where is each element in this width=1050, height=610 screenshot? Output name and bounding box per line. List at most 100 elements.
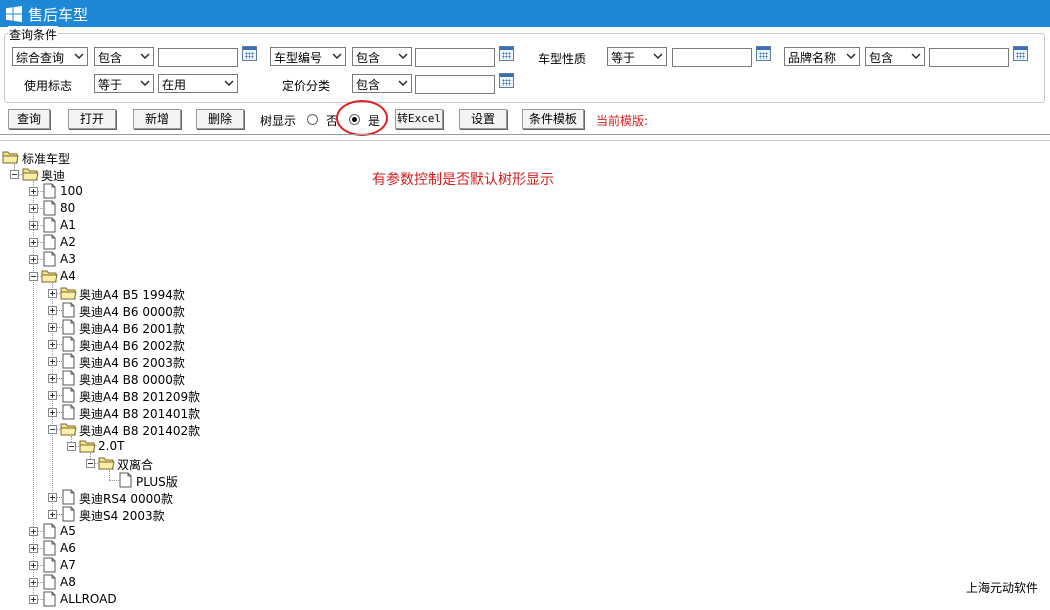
chevron-down-icon	[911, 53, 921, 59]
divider	[0, 134, 1050, 135]
query-button[interactable]: 查询	[8, 109, 50, 129]
delete-button[interactable]: 删除	[196, 109, 244, 129]
expand-icon[interactable]	[29, 595, 38, 604]
expand-icon[interactable]	[48, 357, 57, 366]
folder-icon	[60, 285, 77, 301]
document-icon	[60, 387, 77, 403]
expand-icon[interactable]	[29, 255, 38, 264]
expand-icon[interactable]	[29, 221, 38, 230]
collapse-icon[interactable]	[29, 272, 38, 281]
folder-icon	[60, 421, 77, 437]
collapse-icon[interactable]	[86, 459, 95, 468]
tree-submodel[interactable]: 奥迪S4 2003款	[0, 506, 600, 523]
value1-input[interactable]	[158, 48, 238, 67]
tree-transmission[interactable]: 双离合	[0, 455, 600, 472]
collapse-icon[interactable]	[10, 170, 19, 179]
expand-icon[interactable]	[48, 391, 57, 400]
calendar-icon[interactable]	[756, 46, 771, 61]
calendar-icon[interactable]	[499, 46, 514, 61]
tree-node-label: PLUS版	[136, 475, 178, 489]
tree-model[interactable]: A8	[0, 574, 600, 591]
tree-model[interactable]: 80	[0, 200, 600, 217]
pricing-value-input[interactable]	[415, 75, 495, 94]
chevron-down-icon	[653, 53, 663, 59]
tree-node-label: A2	[60, 235, 76, 249]
tree-root[interactable]: 标准车型	[0, 149, 600, 166]
calendar-icon[interactable]	[499, 73, 514, 88]
tree-model[interactable]: A1	[0, 217, 600, 234]
add-button[interactable]: 新增	[133, 109, 181, 129]
export-excel-button[interactable]: 转Excel	[395, 109, 443, 129]
tree-submodel[interactable]: 奥迪A4 B6 2002款	[0, 336, 600, 353]
usage-op-select[interactable]: 等于	[94, 74, 154, 93]
tree-submodel[interactable]: 奥迪A4 B8 0000款	[0, 370, 600, 387]
tree-model[interactable]: A7	[0, 557, 600, 574]
collapse-icon[interactable]	[67, 442, 76, 451]
op4-select[interactable]: 包含	[865, 47, 925, 66]
expand-icon[interactable]	[48, 323, 57, 332]
tree-submodel[interactable]: 奥迪A4 B5 1994款	[0, 285, 600, 302]
calendar-icon[interactable]	[242, 46, 257, 61]
tree-model[interactable]: A3	[0, 251, 600, 268]
expand-icon[interactable]	[48, 510, 57, 519]
tree-node-label: 2.0T	[98, 439, 125, 453]
tree-submodel[interactable]: 奥迪RS4 0000款	[0, 489, 600, 506]
tree-node-label: 奥迪A4 B6 2001款	[79, 322, 185, 336]
tree-model[interactable]: A2	[0, 234, 600, 251]
calendar-icon[interactable]	[1013, 46, 1028, 61]
tree-node-label: 奥迪A4 B8 201209款	[79, 390, 201, 404]
field1-select[interactable]: 综合查询	[12, 47, 88, 66]
tree-submodel[interactable]: 奥迪A4 B6 2003款	[0, 353, 600, 370]
tree-submodel[interactable]: 奥迪A4 B8 201401款	[0, 404, 600, 421]
expand-icon[interactable]	[48, 289, 57, 298]
expand-icon[interactable]	[48, 374, 57, 383]
collapse-icon[interactable]	[48, 425, 57, 434]
folder-icon	[98, 455, 115, 471]
divider	[0, 140, 1050, 141]
expand-icon[interactable]	[48, 493, 57, 502]
tree-engine[interactable]: 2.0T	[0, 438, 600, 455]
tree-submodel[interactable]: 奥迪A4 B6 0000款	[0, 302, 600, 319]
op3-select[interactable]: 等于	[607, 47, 667, 66]
condition-template-button[interactable]: 条件模板	[522, 109, 584, 129]
tree-model[interactable]: A6	[0, 540, 600, 557]
document-icon	[60, 489, 77, 505]
pricing-op-select[interactable]: 包含	[352, 74, 412, 93]
expand-icon[interactable]	[29, 578, 38, 587]
tree-model[interactable]: A4	[0, 268, 600, 285]
expand-icon[interactable]	[48, 408, 57, 417]
tree-model[interactable]: A5	[0, 523, 600, 540]
tree-node-label: A8	[60, 575, 76, 589]
pricing-category-label: 定价分类	[282, 79, 331, 93]
tree-submodel[interactable]: 奥迪A4 B6 2001款	[0, 319, 600, 336]
expand-icon[interactable]	[29, 238, 38, 247]
settings-button[interactable]: 设置	[459, 109, 507, 129]
field4-select[interactable]: 品牌名称	[784, 47, 860, 66]
op1-select[interactable]: 包含	[94, 47, 154, 66]
op2-select[interactable]: 包含	[352, 47, 412, 66]
document-icon	[41, 200, 58, 216]
value4-input[interactable]	[929, 48, 1009, 67]
expand-icon[interactable]	[29, 561, 38, 570]
expand-icon[interactable]	[48, 340, 57, 349]
tree-display-no-radio[interactable]	[307, 114, 318, 125]
expand-icon[interactable]	[48, 306, 57, 315]
chevron-down-icon	[224, 80, 234, 86]
tree-trim[interactable]: PLUS版	[0, 472, 600, 489]
usage-value-select[interactable]: 在用	[158, 74, 238, 93]
field2-select[interactable]: 车型编号	[270, 47, 346, 66]
tree-submodel[interactable]: 奥迪A4 B8 201402款	[0, 421, 600, 438]
tree-model[interactable]: 100	[0, 183, 600, 200]
tree-submodel[interactable]: 奥迪A4 B8 201209款	[0, 387, 600, 404]
current-template-label: 当前模版:	[596, 114, 649, 128]
window-title: 售后车型	[28, 6, 89, 24]
expand-icon[interactable]	[29, 544, 38, 553]
value3-input[interactable]	[672, 48, 752, 67]
tree-model[interactable]: ALLROAD	[0, 591, 600, 608]
expand-icon[interactable]	[29, 527, 38, 536]
open-button[interactable]: 打开	[68, 109, 116, 129]
expand-icon[interactable]	[29, 204, 38, 213]
expand-icon[interactable]	[29, 187, 38, 196]
value2-input[interactable]	[415, 48, 495, 67]
tree-brand[interactable]: 奥迪	[0, 166, 600, 183]
